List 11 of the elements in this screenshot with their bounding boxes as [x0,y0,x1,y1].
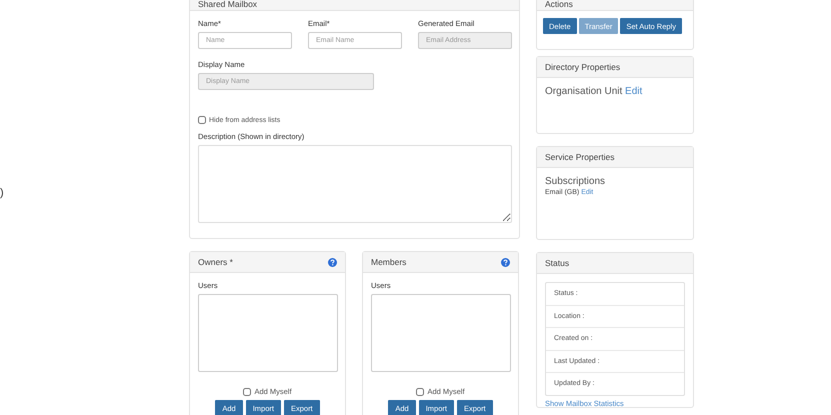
panel-title: Shared Mailbox [198,0,258,9]
section-heading: Subscriptions [545,176,606,187]
panel-title: Members [371,257,406,267]
panel-title: Actions [545,0,573,9]
panel-title: Status [545,258,570,268]
panel-title: Owners * [198,257,233,267]
panel-title: Directory Properties [545,62,620,72]
property-text: Organisation Unit [545,86,622,97]
cut-off-text: ) [0,187,4,199]
panel-title: Service Properties [545,152,614,162]
edit-link[interactable]: Edit [625,86,642,97]
